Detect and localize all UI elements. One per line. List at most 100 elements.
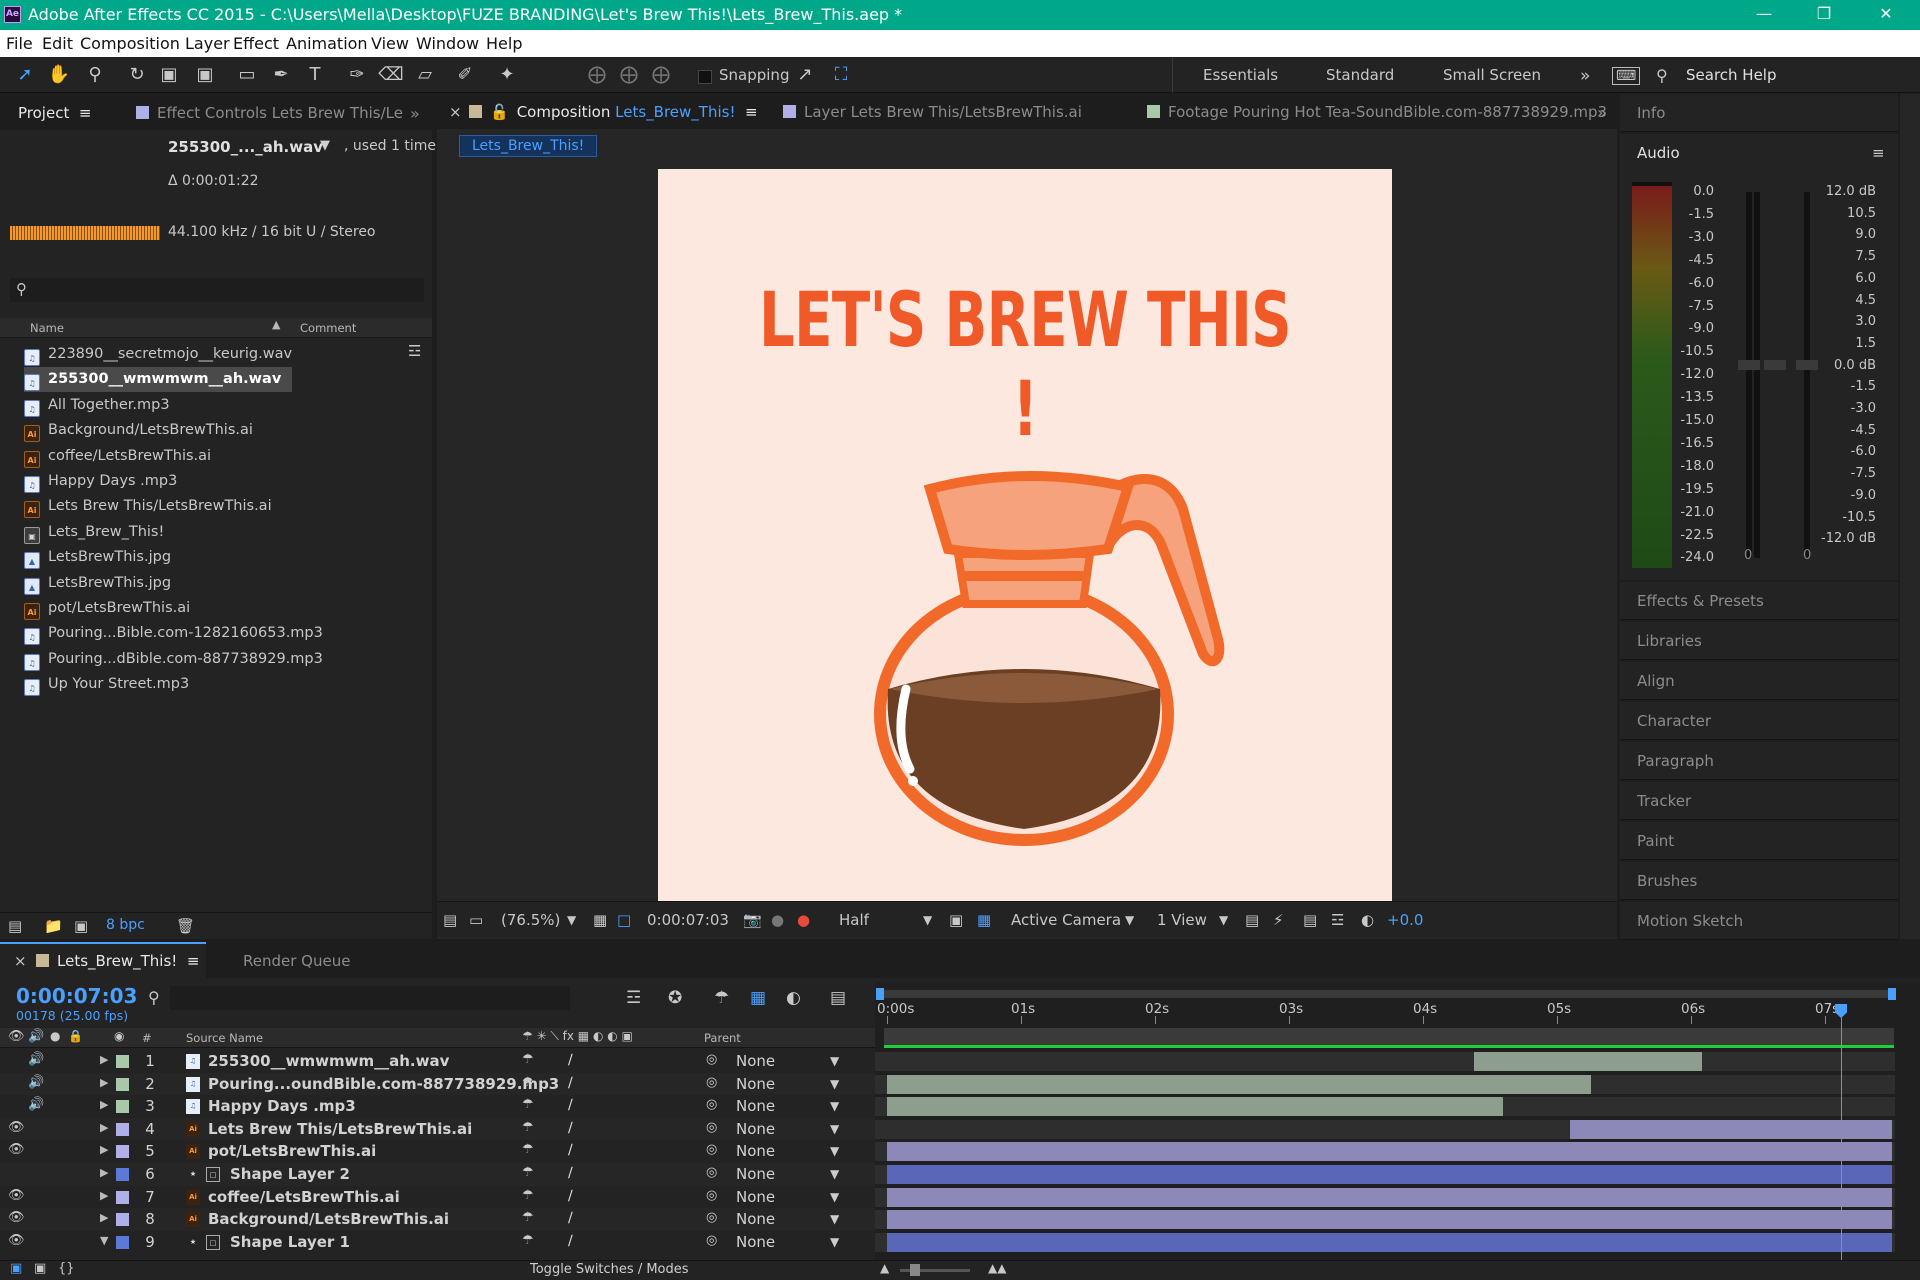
region-of-interest-icon[interactable]: ▣ [949, 911, 963, 929]
toggle-pixel-aspect-icon[interactable]: ▤ [1245, 911, 1259, 929]
local-axis-icon[interactable]: ⨁ [584, 62, 610, 88]
close-tab-icon[interactable]: × [449, 103, 462, 121]
minimize-icon[interactable]: — [1744, 4, 1784, 23]
reset-exposure-icon[interactable]: ◐ [1361, 911, 1374, 929]
playhead-line[interactable] [1841, 1008, 1843, 1264]
show-snapshot-icon[interactable]: ● [771, 911, 784, 929]
safe-margins-icon[interactable]: ▦ [593, 911, 607, 929]
world-axis-icon[interactable]: ⨁ [616, 62, 642, 88]
tab-effect-controls[interactable]: Effect Controls Lets Brew This/Le [136, 104, 403, 122]
snap-options-icon[interactable]: ↗ [792, 62, 818, 88]
zoom-tool-icon[interactable]: ⚲ [82, 62, 108, 88]
tab-layer[interactable]: Layer Lets Brew This/LetsBrewThis.ai [783, 103, 1082, 121]
hand-tool-icon[interactable]: ✋ [46, 62, 72, 88]
display-icon[interactable]: ▭ [469, 911, 483, 929]
toggle-transparency-icon[interactable]: ▦ [977, 911, 991, 929]
puppet-pin-tool-icon[interactable]: ✦ [494, 62, 520, 88]
fast-previews-icon[interactable]: ⚡ [1273, 911, 1284, 929]
zoom-slider-handle[interactable] [910, 1264, 920, 1276]
transfer-controls-pane-icon[interactable]: ▣ [34, 1261, 46, 1276]
color-channels-icon[interactable]: ● [797, 911, 810, 929]
workspace-small-screen[interactable]: Small Screen [1443, 66, 1541, 84]
view-layout-value[interactable]: 1 View [1157, 911, 1207, 929]
right-channel-slider-handle[interactable] [1796, 360, 1818, 370]
type-tool-icon[interactable]: T [302, 62, 328, 88]
transparency-grid-icon[interactable]: □ [617, 911, 631, 929]
brush-tool-icon[interactable]: ✑ [344, 62, 370, 88]
project-item[interactable]: ▣ Lets_Brew_This! [24, 520, 404, 545]
always-preview-icon[interactable]: ▤ [443, 911, 457, 929]
comp-flowchart-icon[interactable]: ☲ [1331, 911, 1344, 929]
layer-switches-pane-icon[interactable]: ▣ [10, 1261, 22, 1276]
project-item[interactable]: ♫ Happy Days .mp3 [24, 469, 404, 494]
right-channel-slider-track[interactable] [1804, 192, 1810, 558]
roto-brush-tool-icon[interactable]: ✐ [452, 62, 478, 88]
panel-tracker[interactable]: Tracker [1620, 782, 1898, 820]
pan-behind-tool-icon[interactable]: ▣ [192, 62, 218, 88]
rectangle-tool-icon[interactable]: ▭ [234, 62, 260, 88]
layer-duration-bar[interactable] [1570, 1119, 1892, 1139]
menu-help[interactable]: Help [486, 34, 522, 53]
timeline-icon[interactable]: ▤ [1303, 911, 1317, 929]
keyboard-shortcuts-icon[interactable]: ⌨ [1612, 67, 1641, 85]
panel-align[interactable]: Align [1620, 662, 1898, 700]
restore-icon[interactable]: ❐ [1804, 4, 1844, 23]
selection-tool-icon[interactable]: ➚ [12, 62, 38, 88]
layer-duration-bar[interactable] [887, 1210, 1892, 1230]
layer-duration-bar[interactable] [887, 1165, 1892, 1184]
layer-duration-bar[interactable] [887, 1142, 1892, 1162]
info-panel[interactable]: Info [1620, 94, 1898, 132]
lock-icon[interactable]: 🔓 [490, 103, 509, 121]
zoom-in-icon[interactable]: ▲▲ [988, 1261, 1006, 1275]
new-composition-icon[interactable]: ▣ [74, 917, 88, 935]
left-channel-slider-handle[interactable] [1738, 360, 1760, 370]
trash-icon[interactable]: 🗑 [176, 917, 195, 935]
project-item[interactable]: Ai Background/LetsBrewThis.ai [24, 418, 404, 443]
zoom-out-icon[interactable]: ▲ [880, 1261, 889, 1275]
panel-character[interactable]: Character [1620, 702, 1898, 740]
project-item[interactable]: Ai coffee/LetsBrewThis.ai [24, 444, 404, 469]
menu-view[interactable]: View [371, 34, 409, 53]
camera-dropdown-icon[interactable]: ▼ [1125, 913, 1134, 927]
panel-menu-icon[interactable]: ≡ [1872, 144, 1885, 162]
new-folder-icon[interactable]: 📁 [44, 917, 63, 935]
panel-effects-presets[interactable]: Effects & Presets [1620, 582, 1898, 620]
menu-window[interactable]: Window [416, 34, 479, 53]
exposure-value[interactable]: +0.0 [1387, 911, 1423, 929]
panel-overflow-icon[interactable]: » [1597, 103, 1607, 122]
magnification-dropdown-icon[interactable]: ▼ [567, 913, 576, 927]
eraser-tool-icon[interactable]: ▱ [412, 62, 438, 88]
more-workspaces-icon[interactable]: » [1580, 66, 1590, 86]
menu-edit[interactable]: Edit [42, 34, 73, 53]
panel-paragraph[interactable]: Paragraph [1620, 742, 1898, 780]
camera-view-value[interactable]: Active Camera [1011, 911, 1121, 929]
project-item[interactable]: ♫ 223890__secretmojo__keurig.wav [24, 342, 404, 367]
project-item[interactable]: Ai pot/LetsBrewThis.ai [24, 596, 404, 621]
panel-brushes[interactable]: Brushes [1620, 862, 1898, 900]
panel-paint[interactable]: Paint [1620, 822, 1898, 860]
rotation-tool-icon[interactable]: ↻ [124, 62, 150, 88]
resolution-value[interactable]: Half [839, 911, 869, 929]
interpret-footage-icon[interactable]: ▤ [8, 917, 22, 935]
left-channel-slider-track[interactable] [1746, 192, 1752, 558]
clone-stamp-tool-icon[interactable]: ⌫ [378, 62, 404, 88]
layer-duration-bar[interactable] [887, 1074, 1591, 1094]
viewer-timecode[interactable]: 0:00:07:03 [647, 911, 729, 929]
name-column-header[interactable]: Name [30, 321, 64, 335]
snapshot-icon[interactable]: 📷 [743, 911, 762, 929]
composition-canvas[interactable]: LET'S BREW THIS ! [658, 169, 1392, 901]
menu-file[interactable]: File [6, 34, 33, 53]
comment-column-header[interactable]: Comment [300, 321, 356, 335]
menu-composition[interactable]: Composition [80, 34, 180, 53]
snap-extents-icon[interactable]: ⛶ [828, 62, 854, 88]
layer-duration-bar[interactable] [887, 1187, 1892, 1207]
project-item[interactable]: ♫ 255300__wmwmwm__ah.wav [24, 367, 292, 393]
center-slider-handle[interactable] [1764, 360, 1786, 370]
menu-effect[interactable]: Effect [233, 34, 279, 53]
camera-tool-icon[interactable]: ▣ [156, 62, 182, 88]
dropdown-arrow-icon[interactable]: ▼ [320, 138, 330, 153]
search-help-input[interactable]: Search Help [1686, 66, 1777, 84]
view-axis-icon[interactable]: ⨁ [648, 62, 674, 88]
bit-depth-button[interactable]: 8 bpc [106, 917, 145, 933]
menu-animation[interactable]: Animation [286, 34, 368, 53]
